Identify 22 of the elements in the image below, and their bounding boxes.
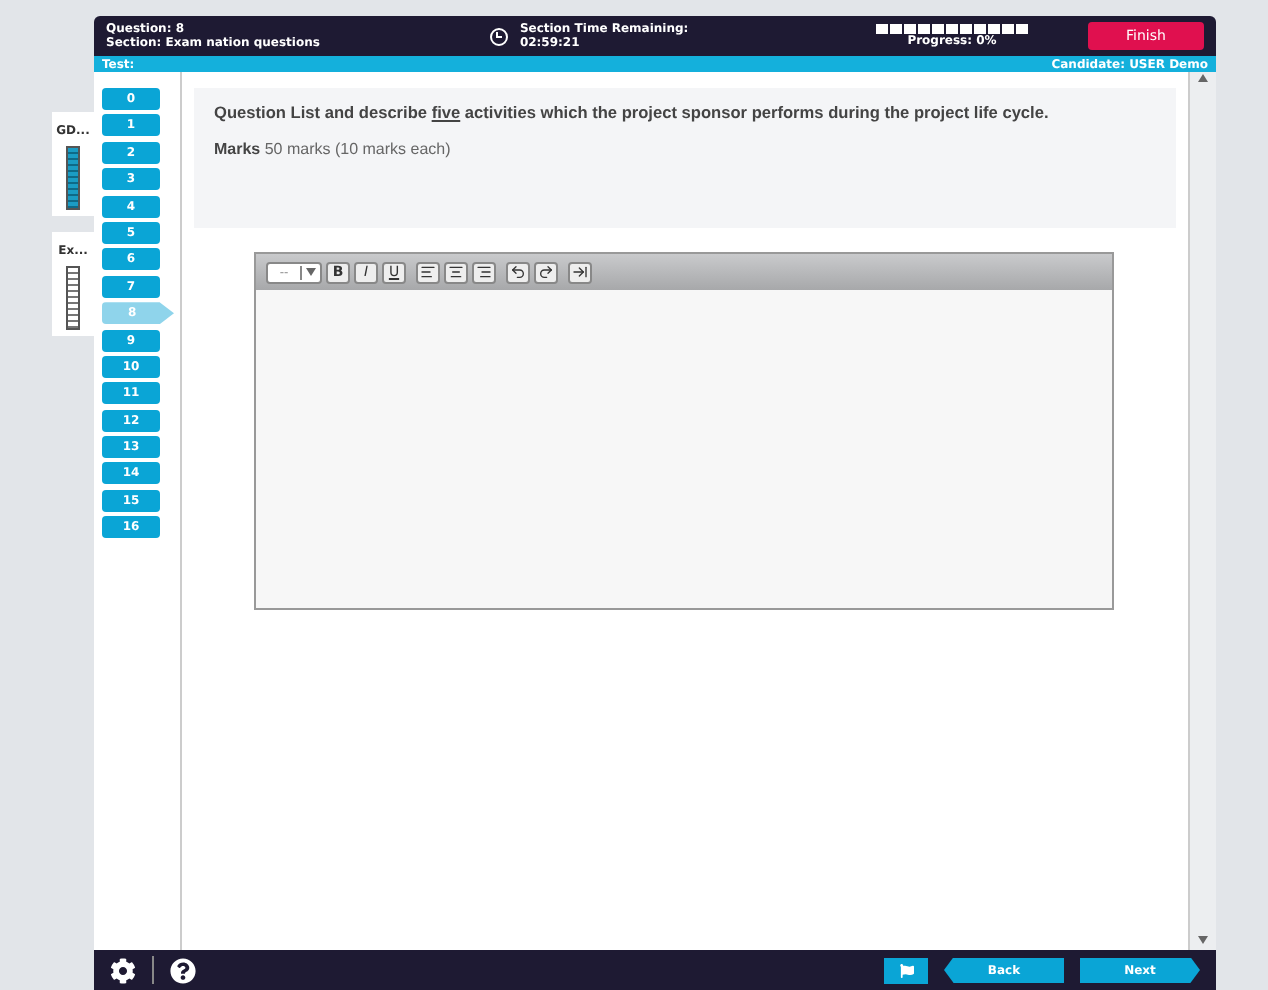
scrollbar[interactable] bbox=[1188, 72, 1216, 950]
caret-icon[interactable] bbox=[306, 267, 316, 275]
indent-button[interactable] bbox=[568, 261, 592, 283]
align-right-button[interactable] bbox=[472, 261, 496, 283]
marks-text: Marks 50 marks (10 marks each) bbox=[214, 140, 453, 158]
align-center-icon bbox=[448, 264, 464, 280]
undo-icon bbox=[510, 264, 526, 280]
undo-button[interactable] bbox=[506, 261, 530, 283]
scroll-down-icon[interactable] bbox=[1198, 936, 1208, 944]
flag-button[interactable] bbox=[884, 957, 928, 983]
settings-icon[interactable] bbox=[110, 957, 136, 983]
align-left-button[interactable] bbox=[416, 261, 440, 283]
help-icon[interactable] bbox=[170, 957, 196, 983]
align-center-button[interactable] bbox=[444, 261, 468, 283]
redo-button[interactable] bbox=[534, 261, 558, 283]
flag-icon bbox=[899, 963, 913, 977]
redo-icon bbox=[538, 264, 554, 280]
indent-icon bbox=[572, 264, 588, 280]
align-right-icon bbox=[476, 264, 492, 280]
clock-icon bbox=[489, 27, 508, 45]
question-text: Question List and describe five activities which the project sponsor performs during the project life cycle. bbox=[214, 102, 1051, 122]
align-left-icon bbox=[420, 264, 436, 280]
